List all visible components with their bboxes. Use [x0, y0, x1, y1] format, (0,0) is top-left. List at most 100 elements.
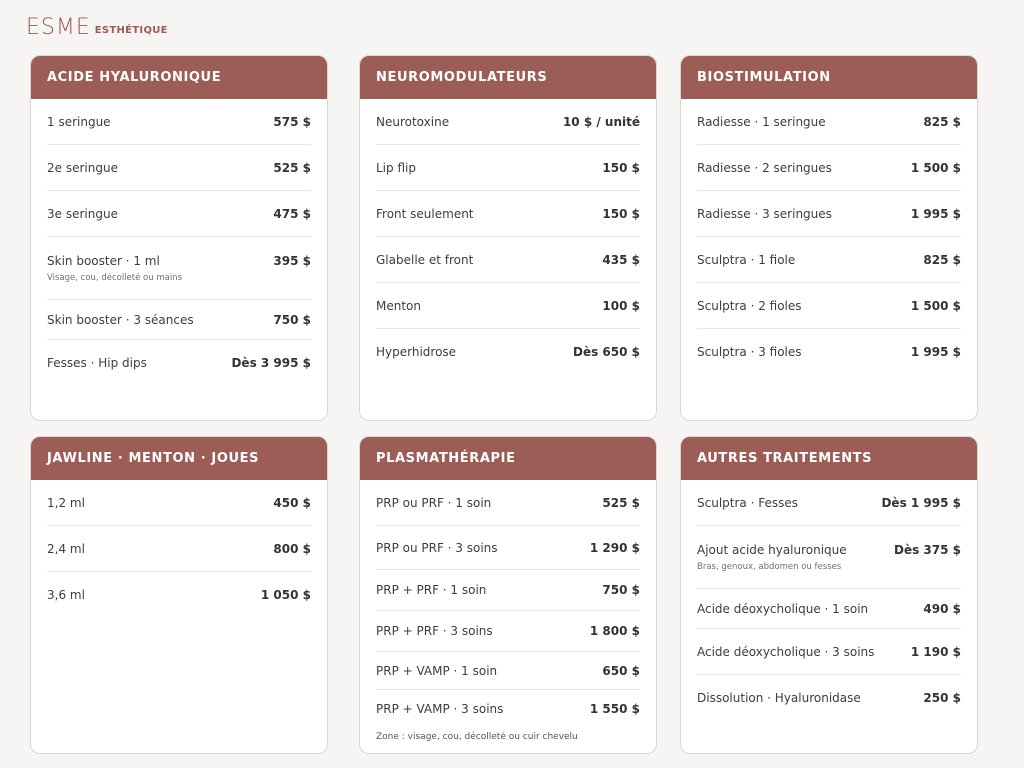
- price-row: Sculptra · Fesses Dès 1 995 $: [697, 480, 961, 526]
- row-price: Dès 650 $: [573, 345, 640, 359]
- row-name: Skin booster · 1 ml: [47, 253, 160, 268]
- row-name: Sculptra · 2 fioles: [697, 298, 802, 313]
- row-price: 100 $: [602, 298, 640, 313]
- row-price: 1 995 $: [910, 206, 961, 221]
- row-price: 435 $: [602, 252, 640, 267]
- row-name: Menton: [376, 298, 421, 313]
- price-row: Menton 100 $: [376, 283, 640, 329]
- row-name: Radiesse · 1 seringue: [697, 114, 826, 129]
- price-row: Neurotoxine 10 $ / unité: [376, 99, 640, 145]
- row-name: PRP + VAMP · 3 soins: [376, 702, 504, 716]
- row-name: Radiesse · 2 seringues: [697, 160, 832, 175]
- row-name: Sculptra · 1 fiole: [697, 252, 796, 267]
- price-row: Hyperhidrose Dès 650 $: [376, 329, 640, 375]
- card-jawline-menton-joues: JAWLINE · MENTON · JOUES 1,2 ml 450 $ 2,4…: [30, 436, 328, 754]
- price-row: Sculptra · 3 fioles 1 995 $: [697, 329, 961, 375]
- row-price: 1 550 $: [589, 702, 640, 716]
- row-name: PRP ou PRF · 1 soin: [376, 495, 492, 510]
- price-row: Fesses · Hip dips Dès 3 995 $: [47, 340, 311, 386]
- row-price: 1 500 $: [910, 160, 961, 175]
- row-name: PRP ou PRF · 3 soins: [376, 540, 498, 555]
- price-row: Skin booster · 3 séances 750 $: [47, 300, 311, 340]
- price-row: 1 seringue 575 $: [47, 99, 311, 145]
- row-price: Dès 3 995 $: [231, 356, 311, 370]
- row-name: 1,2 ml: [47, 495, 85, 510]
- row-price: 525 $: [602, 495, 640, 510]
- card-title: PLASMATHÉRAPIE: [360, 437, 656, 480]
- row-name: 1 seringue: [47, 114, 111, 129]
- row-name: 2,4 ml: [47, 541, 85, 556]
- row-price: 1 500 $: [910, 298, 961, 313]
- row-price: 1 800 $: [589, 624, 640, 638]
- row-price: 395 $: [273, 253, 311, 268]
- card-neuromodulateurs: NEUROMODULATEURS Neurotoxine 10 $ / unité…: [359, 55, 657, 421]
- price-row: 3e seringue 475 $: [47, 191, 311, 237]
- price-row: Sculptra · 2 fioles 1 500 $: [697, 283, 961, 329]
- row-name: PRP + PRF · 1 soin: [376, 583, 487, 597]
- row-price: 1 995 $: [910, 345, 961, 359]
- row-price: 450 $: [273, 495, 311, 510]
- row-price: 650 $: [602, 663, 640, 678]
- row-name: Dissolution · Hyaluronidase: [697, 691, 861, 705]
- row-name: Sculptra · Fesses: [697, 495, 798, 510]
- price-row: Acide déoxycholique · 1 soin 490 $: [697, 589, 961, 629]
- row-price: 250 $: [923, 691, 961, 705]
- row-name: Lip flip: [376, 160, 416, 175]
- row-name: Ajout acide hyaluronique: [697, 542, 847, 557]
- row-price: 750 $: [273, 312, 311, 327]
- price-row: Acide déoxycholique · 3 soins 1 190 $: [697, 629, 961, 675]
- row-name: Acide déoxycholique · 1 soin: [697, 601, 869, 616]
- row-price: Dès 1 995 $: [881, 495, 961, 510]
- row-price: 150 $: [602, 160, 640, 175]
- row-price: 800 $: [273, 541, 311, 556]
- price-row: 1,2 ml 450 $: [47, 480, 311, 526]
- price-row: Front seulement 150 $: [376, 191, 640, 237]
- card-note: Zone : visage, cou, décolleté ou cuir ch…: [376, 732, 578, 742]
- price-row: Skin booster · 1 ml 395 $ Visage, cou, déc…: [47, 237, 311, 300]
- card-title: AUTRES TRAITEMENTS: [681, 437, 977, 480]
- row-name: PRP + VAMP · 1 soin: [376, 663, 498, 678]
- row-name: 2e seringue: [47, 160, 118, 175]
- price-row: Sculptra · 1 fiole 825 $: [697, 237, 961, 283]
- row-price: 750 $: [602, 583, 640, 597]
- price-row: PRP + VAMP · 3 soins 1 550 $: [376, 690, 640, 728]
- price-row: Radiesse · 1 seringue 825 $: [697, 99, 961, 145]
- card-title: JAWLINE · MENTON · JOUES: [31, 437, 327, 480]
- card-plasmatherapie: PLASMATHÉRAPIE PRP ou PRF · 1 soin 525 $ …: [359, 436, 657, 754]
- row-name: Fesses · Hip dips: [47, 356, 147, 370]
- price-row: Ajout acide hyaluronique Dès 375 $ Bras, g…: [697, 526, 961, 589]
- row-subtext: Visage, cou, décolleté ou mains: [47, 272, 182, 283]
- price-row: Radiesse · 3 seringues 1 995 $: [697, 191, 961, 237]
- row-name: Acide déoxycholique · 3 soins: [697, 644, 875, 659]
- row-price: 575 $: [273, 114, 311, 129]
- row-subtext: Bras, genoux, abdomen ou fesses: [697, 561, 842, 572]
- row-name: Hyperhidrose: [376, 345, 457, 359]
- card-title: NEUROMODULATEURS: [360, 56, 656, 99]
- card-title: BIOSTIMULATION: [681, 56, 977, 99]
- row-name: Radiesse · 3 seringues: [697, 206, 832, 221]
- row-name: 3e seringue: [47, 206, 118, 221]
- price-row: PRP ou PRF · 1 soin 525 $: [376, 480, 640, 526]
- row-price: 1 050 $: [260, 588, 311, 602]
- row-price: 1 290 $: [589, 540, 640, 555]
- price-row: PRP + PRF · 3 soins 1 800 $: [376, 611, 640, 652]
- card-biostimulation: BIOSTIMULATION Radiesse · 1 seringue 825 …: [680, 55, 978, 421]
- row-price: 490 $: [923, 601, 961, 616]
- price-row: 3,6 ml 1 050 $: [47, 572, 311, 618]
- row-price: Dès 375 $: [894, 542, 961, 557]
- brand-logo: ESME ESTHÉTIQUE: [26, 17, 168, 39]
- price-row: 2e seringue 525 $: [47, 145, 311, 191]
- row-name: Sculptra · 3 fioles: [697, 345, 802, 359]
- price-row: Dissolution · Hyaluronidase 250 $: [697, 675, 961, 721]
- price-row: PRP + VAMP · 1 soin 650 $: [376, 652, 640, 690]
- brand-mark: ESME: [26, 15, 91, 40]
- row-price: 825 $: [923, 252, 961, 267]
- row-price: 1 190 $: [910, 644, 961, 659]
- price-row: 2,4 ml 800 $: [47, 526, 311, 572]
- card-autres-traitements: AUTRES TRAITEMENTS Sculptra · Fesses Dès …: [680, 436, 978, 754]
- row-price: 10 $ / unité: [562, 114, 640, 129]
- row-price: 825 $: [923, 114, 961, 129]
- row-name: 3,6 ml: [47, 588, 85, 602]
- row-price: 150 $: [602, 206, 640, 221]
- price-row: Glabelle et front 435 $: [376, 237, 640, 283]
